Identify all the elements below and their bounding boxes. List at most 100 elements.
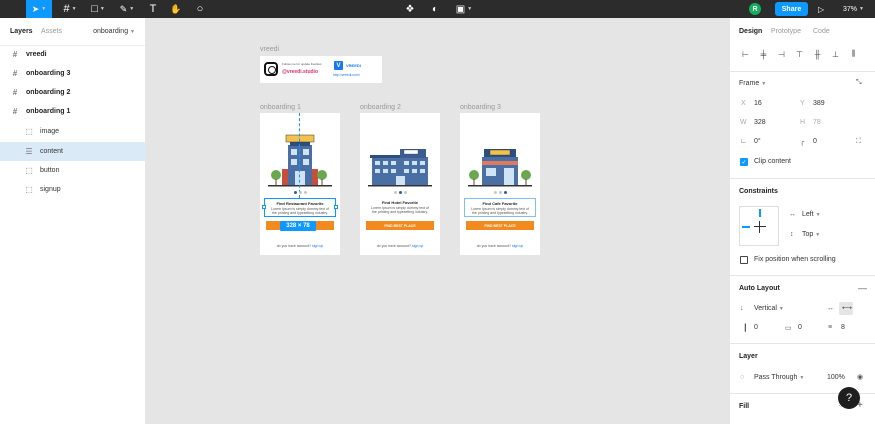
constraint-top[interactable] (759, 209, 761, 217)
layer-onboarding-2[interactable]: # onboarding 2 (0, 83, 146, 102)
help-button[interactable]: ? (838, 387, 860, 409)
tab-code[interactable]: Code (813, 28, 830, 35)
signup-link[interactable]: sign up (312, 244, 323, 248)
resize-handle[interactable] (262, 205, 266, 209)
content-block-selected[interactable]: Find Restaurant Favorite Lorem Ipsum is … (264, 198, 336, 217)
resize-to-fit-icon[interactable]: ⤡ (856, 79, 862, 87)
text-tool-button[interactable]: T (145, 0, 161, 18)
frame-label-vreedi[interactable]: vreedi (260, 46, 279, 53)
layer-signup[interactable]: ⬚ signup (0, 180, 146, 199)
fix-position-checkbox[interactable] (740, 256, 748, 264)
item-spacing-icon: ≡ (828, 324, 833, 331)
comment-tool-button[interactable]: ○ (192, 0, 208, 18)
content-block[interactable]: Find Cafe Favorite Lorem Ipsum is simply… (464, 198, 536, 217)
layers-panel: Layers Assets onboarding ▼ # vreedi # onbo… (0, 18, 146, 424)
remove-auto-layout-icon[interactable]: — (858, 283, 867, 293)
tab-prototype[interactable]: Prototype (771, 28, 801, 35)
shape-tool-button[interactable]: □ ▼ (86, 0, 110, 18)
pen-tool-button[interactable]: ✎ ▼ (115, 0, 139, 18)
rotation-input[interactable]: 0° (754, 138, 761, 145)
constraint-center-h[interactable] (754, 226, 766, 227)
present-button[interactable]: ▷ (818, 0, 824, 18)
play-icon: ▷ (818, 4, 825, 14)
y-input[interactable]: 389 (813, 100, 825, 107)
horizontal-padding-input[interactable]: 0 (754, 324, 758, 331)
layer-onboarding-3[interactable]: # onboarding 3 (0, 64, 146, 83)
constraint-left[interactable] (742, 226, 750, 228)
vertical-constraint-dropdown[interactable]: Top ▼ (802, 231, 820, 238)
vertical-padding-input[interactable]: 0 (798, 324, 802, 331)
align-top-icon[interactable]: ⊤ (793, 48, 806, 60)
align-center-v-icon[interactable]: ╫ (811, 48, 824, 60)
components-button[interactable]: ❖ (403, 0, 417, 18)
constraint-center-v[interactable] (759, 221, 760, 233)
avatar[interactable]: R (749, 3, 761, 15)
move-tool-button[interactable]: ➤ ▼ (26, 0, 52, 18)
signup-text: do you have account? sign up (276, 244, 324, 248)
contrast-button[interactable]: ◐ (428, 0, 442, 18)
x-input[interactable]: 16 (754, 100, 762, 107)
independent-corners-icon[interactable]: ⛶ (856, 138, 861, 146)
content-block[interactable]: Find Hotel Favorite Lorem Ipsum is simpl… (364, 198, 436, 217)
layer-image[interactable]: ⬚ image (0, 122, 146, 141)
onboarding-1-frame[interactable]: Find Restaurant Favorite Lorem Ipsum is … (260, 113, 340, 255)
align-center-h-icon[interactable]: ╪ (757, 48, 770, 60)
direction-dropdown[interactable]: Vertical ▼ (754, 305, 784, 312)
corner-radius-input[interactable]: 0 (813, 138, 817, 145)
page-indicator (260, 191, 340, 194)
find-best-place-button[interactable]: FIND BEST PLACE (366, 221, 434, 230)
chevron-down-icon: ▼ (799, 375, 805, 381)
find-best-place-button[interactable]: FIND BEST PLACE (466, 221, 534, 230)
zoom-dropdown[interactable]: 37% ▼ (843, 0, 864, 18)
distribute-icon[interactable]: ⫼ (847, 48, 860, 60)
layer-button[interactable]: ⬚ button (0, 161, 146, 180)
onboarding-2-frame[interactable]: Find Hotel Favorite Lorem Ipsum is simpl… (360, 113, 440, 255)
layer-onboarding-1[interactable]: # onboarding 1 (0, 102, 146, 121)
rotation-icon: ∟ (740, 138, 747, 145)
opacity-input[interactable]: 100% (827, 374, 845, 381)
frame-label-onboarding-2[interactable]: onboarding 2 (360, 104, 401, 111)
blend-mode-dropdown[interactable]: Pass Through ▼ (754, 374, 804, 381)
onboarding-title: Find Hotel Favorite (381, 200, 419, 205)
page-selector[interactable]: onboarding ▼ (93, 28, 135, 35)
clip-content-checkbox[interactable]: ✓ (740, 158, 748, 166)
eye-icon[interactable]: ◉ (857, 373, 863, 381)
onboarding-title: Find Restaurant Favorite (276, 201, 324, 206)
resize-handle[interactable] (334, 205, 338, 209)
align-left-icon[interactable]: ⊢ (739, 48, 752, 60)
tab-assets[interactable]: Assets (41, 28, 62, 35)
frame-type-dropdown[interactable]: Frame ▼ (739, 80, 766, 87)
hand-tool-button[interactable]: ✋ (168, 0, 184, 18)
frame-tool-button[interactable]: # ▼ (58, 0, 82, 18)
layer-content[interactable]: ☰ content (0, 142, 146, 161)
boolean-button[interactable]: ▣ ▼ (453, 0, 475, 18)
signup-link[interactable]: sign up (512, 244, 523, 248)
vertical-constraint-icon: ↕ (790, 231, 794, 238)
item-spacing-input[interactable]: 8 (841, 324, 845, 331)
signup-text: do you have account? sign up (476, 244, 524, 248)
constraints-widget[interactable] (739, 206, 779, 246)
vreedi-banner[interactable]: Follow me for update freebies @vreedi.st… (260, 56, 382, 83)
horizontal-constraint-dropdown[interactable]: Left ▼ (802, 211, 821, 218)
frame-label-onboarding-3[interactable]: onboarding 3 (460, 104, 501, 111)
tab-layers[interactable]: Layers (10, 28, 33, 35)
align-bottom-icon[interactable]: ⊥ (829, 48, 842, 60)
divider (730, 343, 875, 344)
width-input[interactable]: 328 (754, 119, 766, 126)
onboarding-3-frame[interactable]: Find Cafe Favorite Lorem Ipsum is simply… (460, 113, 540, 255)
signup-link[interactable]: sign up (412, 244, 423, 248)
layer-vreedi[interactable]: # vreedi (0, 45, 146, 64)
boolean-icon: ▣ (455, 3, 466, 15)
canvas[interactable]: vreedi Follow me for update freebies @vr… (146, 18, 729, 424)
fix-position-label: Fix position when scrolling (754, 256, 836, 263)
align-right-icon[interactable]: ⊣ (775, 48, 788, 60)
hug-width-icon[interactable]: ↔ (827, 305, 834, 312)
fixed-width-toggle[interactable]: ⟷ (839, 302, 853, 315)
share-button[interactable]: Share (775, 2, 808, 16)
chevron-down-icon: ▼ (99, 6, 105, 12)
tab-design[interactable]: Design (739, 28, 762, 35)
top-toolbar: ➤ ▼ # ▼ □ ▼ ✎ ▼ T ✋ ○ ❖ ◐ ▣ ▼ R Share ▷ 37% ▼ (0, 0, 875, 18)
frame-label-onboarding-1[interactable]: onboarding 1 (260, 104, 301, 111)
frame-icon: # (12, 107, 18, 116)
height-input[interactable]: 78 (813, 119, 821, 126)
